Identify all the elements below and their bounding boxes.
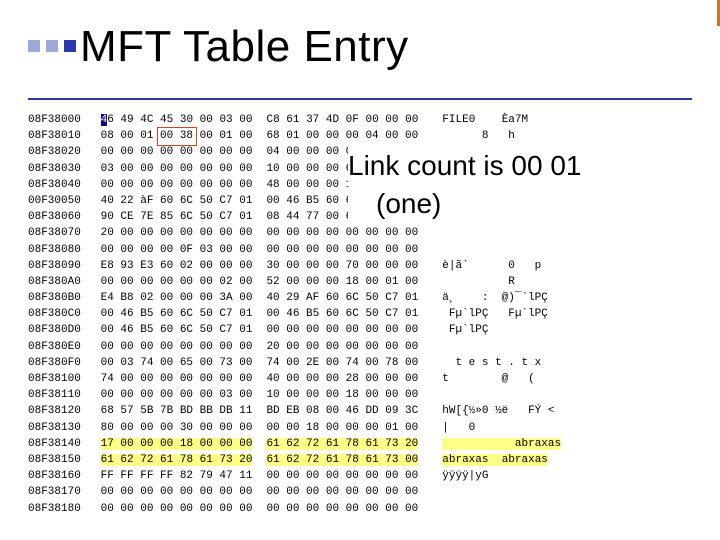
hex-row: 08F380B0 E4 B8 02 00 00 00 3A 0040 29 AF… — [28, 290, 696, 306]
hex-row: 08F38000 46 49 4C 45 30 00 03 00C8 61 37… — [28, 112, 696, 128]
hex-row: 08F38010 08 00 01 00 38 00 01 0068 01 00… — [28, 128, 696, 144]
hex-row: 08F38070 20 00 00 00 00 00 00 0000 00 00… — [28, 225, 696, 241]
hex-row: 08F38100 74 00 00 00 00 00 00 0040 00 00… — [28, 371, 696, 387]
hex-row: 08F38180 00 00 00 00 00 00 00 0000 00 00… — [28, 501, 696, 517]
hex-row: 08F38160 FF FF FF FF 82 79 47 1100 00 00… — [28, 468, 696, 484]
hex-row: 08F38170 00 00 00 00 00 00 00 0000 00 00… — [28, 484, 696, 500]
annotation-line1: Link count is 00 01 — [348, 149, 668, 183]
annotation-line2: (one) — [348, 187, 668, 221]
page-title: MFT Table Entry — [80, 22, 409, 72]
title-bullets — [28, 40, 76, 52]
hex-row: 08F38080 00 00 00 00 0F 03 00 0000 00 00… — [28, 242, 696, 258]
hex-row: 08F380D0 00 46 B5 60 6C 50 C7 0100 00 00… — [28, 322, 696, 338]
hex-row: 08F380C0 00 46 B5 60 6C 50 C7 0100 46 B5… — [28, 306, 696, 322]
hex-row: 08F38130 80 00 00 00 30 00 00 0000 00 18… — [28, 420, 696, 436]
hex-row: 08F38110 00 00 00 00 00 00 03 0010 00 00… — [28, 387, 696, 403]
hex-row: 08F38120 68 57 5B 7B BD BB DB 11BD EB 08… — [28, 403, 696, 419]
title-rule — [28, 98, 692, 100]
hex-row: 08F38150 61 62 72 61 78 61 73 2061 62 72… — [28, 452, 696, 468]
hex-row: 08F38090 E8 93 E3 60 02 00 00 0030 00 00… — [28, 258, 696, 274]
hex-row: 08F380E0 00 00 00 00 00 00 00 0020 00 00… — [28, 339, 696, 355]
hex-row: 08F380F0 00 03 74 00 65 00 73 0074 00 2E… — [28, 355, 696, 371]
hex-row: 08F38140 17 00 00 00 18 00 00 0061 62 72… — [28, 436, 696, 452]
annotation: Link count is 00 01 (one) — [348, 145, 668, 224]
hex-row: 08F380A0 00 00 00 00 00 00 02 0052 00 00… — [28, 274, 696, 290]
